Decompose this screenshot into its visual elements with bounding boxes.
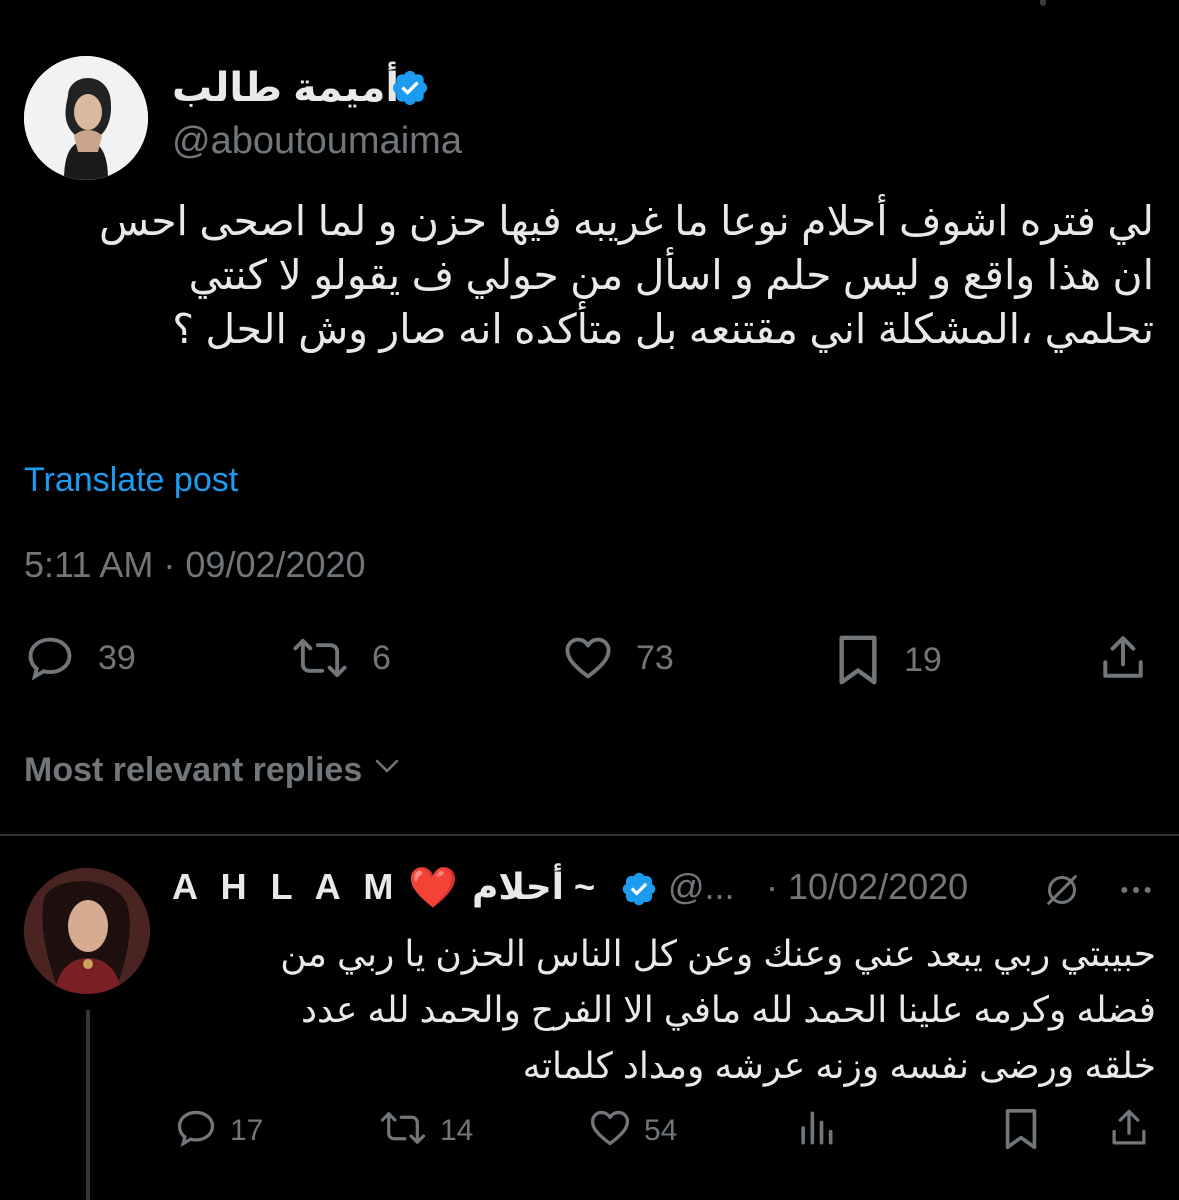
author-avatar[interactable] <box>24 56 148 180</box>
more-icon[interactable] <box>1116 870 1156 915</box>
bookmark-icon <box>834 632 882 688</box>
verified-badge-icon <box>620 870 658 908</box>
reply-date[interactable]: · 10/02/2020 <box>766 866 968 908</box>
post-text-line: لي فتره اشوف أحلام نوعا ما غريبه فيها حز… <box>98 198 1154 244</box>
reply-like-count: 54 <box>644 1113 678 1147</box>
reply-repost-count: 14 <box>440 1113 474 1147</box>
repost-icon <box>378 1106 428 1155</box>
reply-like-button[interactable]: 54 <box>588 1106 677 1155</box>
top-edge-marker <box>1040 0 1046 6</box>
share-icon <box>1108 1106 1150 1155</box>
post-text: لي فتره اشوف أحلام نوعا ما غريبه فيها حز… <box>24 194 1154 356</box>
grok-icon[interactable] <box>1042 870 1082 915</box>
repost-button[interactable]: 6 <box>290 632 391 684</box>
post-text-line: ان هذا واقع و ليس حلم و اسأل من حولي ف ي… <box>188 252 1154 298</box>
bookmark-icon <box>1000 1106 1042 1157</box>
like-button[interactable]: 73 <box>562 632 674 684</box>
chevron-down-icon <box>362 748 402 792</box>
views-icon <box>794 1106 838 1155</box>
reply-reply-count: 17 <box>230 1113 264 1147</box>
reply-author-name-arabic[interactable]: ~ أحلام <box>472 866 595 908</box>
reply-bookmark-button[interactable] <box>1000 1106 1042 1157</box>
post-timestamp[interactable]: 5:11 AM · 09/02/2020 <box>24 542 366 588</box>
reply-author-avatar[interactable] <box>24 868 150 994</box>
verified-badge-icon <box>390 68 430 108</box>
share-button[interactable] <box>1098 632 1148 684</box>
bookmark-button[interactable]: 19 <box>834 632 942 688</box>
author-handle[interactable]: @aboutoumaima <box>172 118 462 164</box>
reply-button[interactable]: 39 <box>24 632 136 684</box>
heart-emoji: ❤️ <box>408 866 458 910</box>
like-icon <box>588 1106 632 1155</box>
reply-text-line: فضله وكرمه علينا الحمد لله مافي الا الفر… <box>300 989 1156 1030</box>
replies-sort-dropdown[interactable]: Most relevant replies <box>24 748 402 792</box>
reply-views-button[interactable] <box>794 1106 838 1155</box>
post-text-line: تحلمي ،المشكلة اني مقتنعه بل متأكده انه … <box>172 306 1154 352</box>
reply-text-line: خلقه ورضى نفسه وزنه عرشه ومداد كلماته <box>522 1045 1156 1086</box>
reply-icon <box>174 1106 218 1155</box>
like-count: 73 <box>636 638 674 677</box>
like-icon <box>562 632 614 684</box>
bookmark-count: 19 <box>904 640 942 679</box>
reply-author-handle[interactable]: @... <box>668 866 735 908</box>
reply-author-name[interactable]: A H L A M ~ <box>172 866 445 908</box>
reply-icon <box>24 632 76 684</box>
section-divider <box>0 834 1179 836</box>
translate-post-link[interactable]: Translate post <box>24 458 238 502</box>
reply-repost-button[interactable]: 14 <box>378 1106 473 1155</box>
share-icon <box>1098 632 1148 684</box>
reply-header: A H L A M ~ ❤️ ~ أحلام @... · 10/02/2020 <box>172 864 1162 914</box>
reply-count: 39 <box>98 638 136 677</box>
reply-share-button[interactable] <box>1108 1106 1150 1155</box>
author-name[interactable]: أميمة طالب <box>172 62 399 114</box>
thread-connector-line <box>86 1010 90 1200</box>
repost-icon <box>290 632 350 684</box>
reply-text: حبيبتي ربي يبعد عني وعنك وعن كل الناس ال… <box>172 926 1156 1094</box>
repost-count: 6 <box>372 638 391 677</box>
reply-reply-button[interactable]: 17 <box>174 1106 263 1155</box>
reply-text-line: حبيبتي ربي يبعد عني وعنك وعن كل الناس ال… <box>280 933 1156 974</box>
replies-sort-label: Most relevant replies <box>24 751 363 789</box>
